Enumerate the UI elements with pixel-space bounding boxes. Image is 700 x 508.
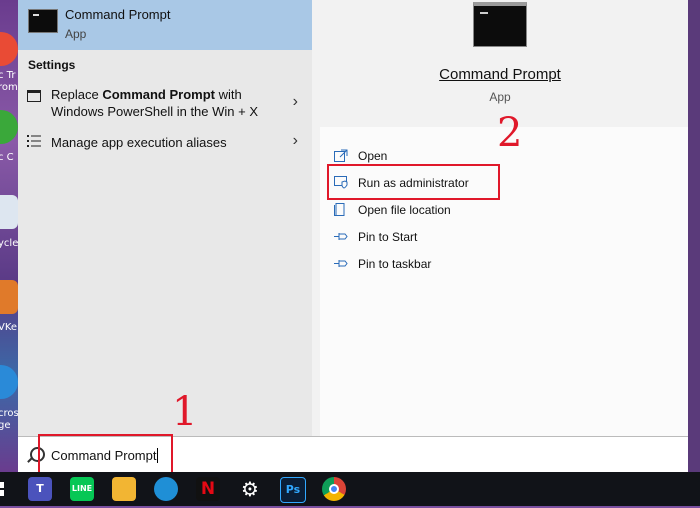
ccleaner-desktop-icon[interactable] [0,110,18,144]
action-pin-taskbar-label: Pin to taskbar [358,257,432,271]
desktop-background-right [688,0,700,472]
edge-desktop-icon[interactable] [0,365,18,399]
console-icon [27,90,41,102]
action-pin-to-start[interactable]: Pin to Start [320,228,620,250]
annotation-box-run-admin [327,164,500,200]
app-detail-subtitle: App [489,90,511,104]
settings-icon[interactable]: ⚙ [238,477,262,501]
desktop-background: c Tr rom c C ycle VKe cros ge [0,0,18,472]
chrome-desktop-icon[interactable] [0,32,18,66]
setting-replace-pre: Replace [51,87,103,102]
command-prompt-icon [28,9,58,33]
pin-icon [334,233,348,240]
setting-replace-powershell[interactable]: Replace Command Prompt with Windows Powe… [18,84,312,122]
chrome-icon[interactable] [322,477,346,501]
action-open-file-location[interactable]: Open file location [320,201,620,223]
list-icon [27,135,41,147]
desktop-label: rom [0,82,18,93]
best-match-result[interactable]: Command Prompt App [18,0,312,50]
desktop-label: c C [0,152,14,163]
action-pin-start-label: Pin to Start [358,230,418,244]
photoshop-icon[interactable]: Ps [280,477,306,503]
edge-icon[interactable] [154,477,178,501]
chevron-right-icon: › [292,132,298,149]
setting-aliases-text: Manage app execution aliases [51,135,227,150]
file-explorer-icon[interactable] [112,477,136,501]
recycle-bin-desktop-icon[interactable] [0,195,18,229]
action-pin-to-taskbar[interactable]: Pin to taskbar [320,255,620,277]
app-detail-pane: Command Prompt App Open Run as administr… [312,0,688,436]
netflix-icon[interactable]: N [196,477,220,501]
setting-manage-aliases[interactable]: Manage app execution aliases › [18,132,312,154]
best-match-title: Command Prompt [65,7,171,22]
setting-replace-bold: Command Prompt [102,87,215,102]
command-prompt-large-icon [473,2,527,47]
action-file-location-label: Open file location [358,203,451,217]
app-detail-header: Command Prompt App [312,0,688,118]
setting-replace-text: Replace Command Prompt with Windows Powe… [51,86,281,120]
open-icon [334,149,348,162]
pin-icon [334,260,348,267]
desktop-label: ycle [0,238,18,249]
settings-section-header: Settings [28,58,76,72]
chevron-right-icon: › [292,93,298,110]
action-open-label: Open [358,149,388,163]
desktop-label: c Tr [0,70,16,81]
search-results-pane: Command Prompt App Settings Replace Comm… [18,0,312,436]
windows-icon[interactable] [0,477,6,501]
unikey-desktop-icon[interactable] [0,280,18,314]
taskbar: T LINE N ⚙ Ps [0,472,700,506]
line-icon[interactable]: LINE [70,477,94,501]
app-detail-title: Command Prompt [439,66,561,83]
best-match-subtitle: App [65,27,87,41]
desktop-label: cros [0,408,18,419]
folder-icon [334,203,345,216]
teams-icon[interactable]: T [28,477,52,501]
desktop-label: VKe [0,322,18,333]
annotation-step-2: 2 [497,110,523,156]
desktop-label: ge [0,420,11,431]
annotation-box-search [38,434,173,474]
annotation-step-1: 1 [172,389,198,435]
